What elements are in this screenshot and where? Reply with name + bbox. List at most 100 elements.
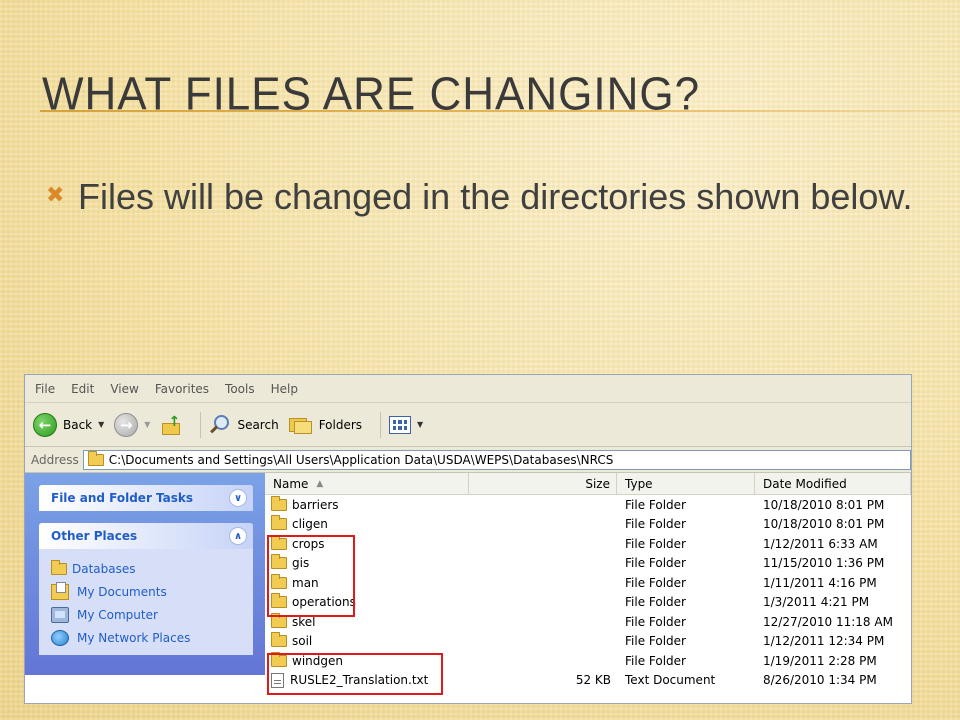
folder-icon	[271, 593, 287, 609]
file-row[interactable]: cligen File Folder 10/18/2010 8:01 PM	[265, 515, 911, 535]
file-type: File Folder	[625, 595, 686, 610]
file-list: Name ▲ Size Type Date Modified barriers …	[265, 473, 911, 695]
slide-title: What files are changing?	[42, 68, 701, 121]
folders-label: Folders	[318, 417, 363, 432]
column-name[interactable]: Name ▲	[265, 473, 469, 494]
forward-arrow-icon: →	[114, 412, 139, 437]
folder-icon	[271, 495, 287, 511]
crossed-marker-icon: ✖	[46, 182, 65, 207]
menu-file[interactable]: File	[35, 382, 55, 396]
chevron-down-icon[interactable]: ▼	[98, 420, 104, 429]
menu-help[interactable]: Help	[271, 382, 298, 396]
file-row[interactable]: skel File Folder 12/27/2010 11:18 AM	[265, 612, 911, 632]
up-folder-button[interactable]: ↑	[160, 414, 182, 436]
place-my-documents[interactable]: My Documents	[51, 580, 243, 603]
search-label: Search	[237, 417, 279, 432]
up-folder-icon: ↑	[160, 414, 182, 436]
column-size[interactable]: Size	[469, 473, 617, 494]
place-my-network-places[interactable]: My Network Places	[51, 626, 243, 649]
file-name: soil	[292, 634, 313, 649]
menu-tools[interactable]: Tools	[225, 382, 255, 396]
file-type: File Folder	[625, 575, 686, 590]
other-places-list: Databases My Documents My Computer My Ne…	[39, 549, 253, 655]
toolbar-separator	[380, 411, 382, 438]
folder-icon	[271, 515, 287, 531]
file-type: File Folder	[625, 653, 686, 668]
column-type[interactable]: Type	[617, 473, 755, 494]
address-input[interactable]: C:\Documents and Settings\All Users\Appl…	[82, 449, 911, 470]
place-label: Databases	[72, 561, 136, 576]
sort-ascending-icon: ▲	[316, 478, 324, 489]
file-name: man	[292, 575, 319, 590]
menu-view[interactable]: View	[110, 382, 138, 396]
address-bar: Address C:\Documents and Settings\All Us…	[25, 447, 911, 473]
file-name: cligen	[292, 517, 328, 532]
chevron-down-icon[interactable]: ▼	[144, 420, 150, 429]
folder-icon	[271, 534, 287, 550]
views-button[interactable]: ▼	[389, 415, 423, 434]
file-row[interactable]: man File Folder 1/11/2011 4:16 PM	[265, 573, 911, 593]
file-name: operations	[292, 595, 356, 610]
place-label: My Computer	[77, 607, 158, 622]
file-row[interactable]: operations File Folder 1/3/2011 4:21 PM	[265, 593, 911, 613]
details-panel[interactable]	[39, 691, 253, 703]
file-row[interactable]: barriers File Folder 10/18/2010 8:01 PM	[265, 495, 911, 515]
file-folder-tasks-panel: File and Folder Tasks ∨	[39, 485, 253, 511]
file-date: 8/26/2010 1:34 PM	[763, 673, 877, 688]
file-row[interactable]: soil File Folder 1/12/2011 12:34 PM	[265, 632, 911, 652]
file-type: File Folder	[625, 497, 686, 512]
forward-button[interactable]: → ▼	[114, 412, 150, 437]
file-type: File Folder	[625, 556, 686, 571]
search-icon	[209, 414, 231, 436]
column-date-modified[interactable]: Date Modified	[755, 473, 911, 494]
back-button[interactable]: ← Back ▼	[33, 412, 104, 437]
folder-icon	[271, 554, 287, 570]
menu-bar: File Edit View Favorites Tools Help	[25, 375, 911, 403]
place-databases[interactable]: Databases	[51, 557, 243, 580]
file-date: 11/15/2010 1:36 PM	[763, 556, 885, 571]
search-button[interactable]: Search	[209, 414, 279, 436]
file-type: File Folder	[625, 614, 686, 629]
my-computer-icon	[51, 606, 69, 623]
file-folder-tasks-title: File and Folder Tasks	[51, 491, 194, 505]
place-label: My Network Places	[77, 630, 191, 645]
file-row[interactable]: crops File Folder 1/12/2011 6:33 AM	[265, 534, 911, 554]
file-row[interactable]: RUSLE2_Translation.txt 52 KB Text Docume…	[265, 671, 911, 691]
file-name: skel	[292, 614, 316, 629]
file-folder-tasks-header[interactable]: File and Folder Tasks ∨	[39, 485, 253, 511]
file-name: barriers	[292, 497, 339, 512]
file-type: File Folder	[625, 634, 686, 649]
text-file-icon	[271, 672, 284, 688]
address-label: Address	[31, 452, 79, 467]
menu-edit[interactable]: Edit	[71, 382, 94, 396]
collapse-icon[interactable]: ∧	[229, 527, 247, 545]
explorer-window: File Edit View Favorites Tools Help ← Ba…	[24, 374, 912, 704]
bullet-item: ✖ Files will be changed in the directori…	[46, 172, 916, 222]
column-headers: Name ▲ Size Type Date Modified	[265, 473, 911, 495]
folders-button[interactable]: Folders	[288, 415, 363, 435]
folder-icon	[271, 612, 287, 628]
folder-icon	[87, 450, 104, 466]
file-date: 1/19/2011 2:28 PM	[763, 653, 877, 668]
network-places-icon	[51, 629, 69, 646]
menu-favorites[interactable]: Favorites	[155, 382, 209, 396]
file-name: gis	[292, 556, 310, 571]
other-places-title: Other Places	[51, 529, 138, 543]
folders-icon	[288, 415, 313, 435]
file-date: 1/12/2011 12:34 PM	[763, 634, 885, 649]
file-row[interactable]: gis File Folder 11/15/2010 1:36 PM	[265, 554, 911, 574]
file-type: File Folder	[625, 536, 686, 551]
file-date: 12/27/2010 11:18 AM	[763, 614, 893, 629]
chevron-down-icon[interactable]: ▼	[417, 420, 423, 429]
file-type: File Folder	[625, 517, 686, 532]
file-row[interactable]: windgen File Folder 1/19/2011 2:28 PM	[265, 651, 911, 671]
file-name: windgen	[292, 653, 343, 668]
folder-icon	[271, 651, 287, 667]
my-documents-icon	[51, 581, 69, 600]
back-label: Back	[63, 417, 93, 432]
views-icon	[389, 415, 412, 434]
place-my-computer[interactable]: My Computer	[51, 603, 243, 626]
expand-icon[interactable]: ∨	[229, 489, 247, 507]
file-name: RUSLE2_Translation.txt	[290, 673, 429, 688]
other-places-header[interactable]: Other Places ∧	[39, 523, 253, 549]
